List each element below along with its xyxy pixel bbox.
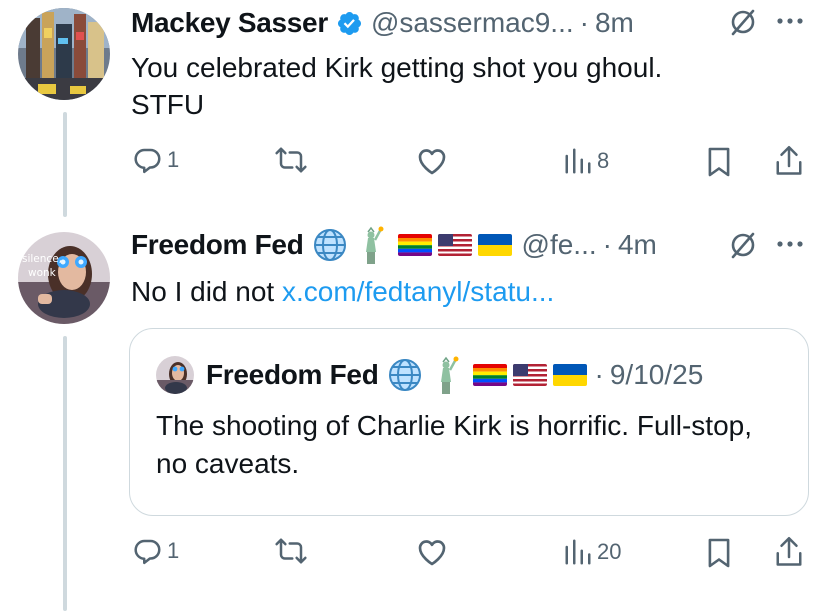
author-name[interactable]: Freedom Fed xyxy=(131,229,304,261)
views-count: 20 xyxy=(597,539,622,564)
reply-button[interactable]: 1 xyxy=(133,536,179,566)
heart-icon xyxy=(418,149,446,175)
separator: · xyxy=(602,229,612,260)
tweet-header: Mackey Sasser @sassermac9... · 8m xyxy=(131,3,634,43)
share-icon xyxy=(776,146,802,175)
timestamp[interactable]: 4m xyxy=(618,229,657,261)
reply-button[interactable]: 1 xyxy=(133,145,179,175)
timestamp[interactable]: 8m xyxy=(595,7,634,39)
tweet-mackey-sasser[interactable]: Mackey Sasser @sassermac9... · 8m You ce… xyxy=(0,0,827,210)
repost-button[interactable] xyxy=(273,145,309,175)
more-options-icon[interactable] xyxy=(775,16,805,26)
quoted-date: 9/10/25 xyxy=(609,359,704,390)
author-handle[interactable]: @sassermac9... xyxy=(371,7,574,39)
globe-icon xyxy=(388,359,421,391)
tweet-actions: 1 8 xyxy=(0,142,827,182)
quoted-tweet-text: The shooting of Charlie Kirk is horrific… xyxy=(156,410,752,479)
ukraine-flag xyxy=(552,364,587,386)
repost-icon xyxy=(275,147,307,173)
bookmark-button[interactable] xyxy=(706,537,732,569)
share-button[interactable] xyxy=(774,144,804,178)
tweet-text-line: You celebrated Kirk getting shot you gho… xyxy=(131,52,663,83)
like-button[interactable] xyxy=(416,146,448,176)
avatar-caption: wonk xyxy=(28,267,57,279)
separator: · xyxy=(594,359,604,390)
reply-icon xyxy=(134,539,161,565)
reply-count: 1 xyxy=(167,538,180,563)
views-icon xyxy=(565,148,591,174)
grok-icon[interactable] xyxy=(728,230,758,260)
us-flag xyxy=(512,364,547,386)
tweet-text: You celebrated Kirk getting shot you gho… xyxy=(131,49,662,123)
avatar[interactable] xyxy=(18,8,110,100)
verified-badge-icon xyxy=(337,11,361,35)
statue-of-liberty-icon xyxy=(365,226,384,264)
ukraine-flag xyxy=(477,234,512,256)
globe-icon xyxy=(313,229,346,261)
reply-count: 1 xyxy=(167,147,180,172)
bookmark-icon xyxy=(708,538,730,568)
avatar-caption: silence, xyxy=(22,253,62,265)
quoted-avatar xyxy=(156,356,194,394)
avatar[interactable]: silence, wonk xyxy=(18,232,110,324)
quoted-author-name: Freedom Fed xyxy=(206,359,379,390)
author-name[interactable]: Mackey Sasser xyxy=(131,7,328,39)
tweet-link[interactable]: x.com/fedtanyl/statu... xyxy=(282,276,554,307)
author-handle[interactable]: @fe... xyxy=(522,229,597,261)
rainbow-flag xyxy=(397,234,432,256)
views-button[interactable]: 8 xyxy=(563,147,609,175)
rainbow-flag xyxy=(472,364,507,386)
views-count: 8 xyxy=(597,148,610,173)
reply-icon xyxy=(134,148,161,174)
more-options-icon[interactable] xyxy=(775,239,805,249)
tweet-actions: 1 20 xyxy=(0,533,827,573)
us-flag xyxy=(437,234,472,256)
repost-icon xyxy=(275,538,307,564)
repost-button[interactable] xyxy=(273,536,309,566)
heart-icon xyxy=(418,540,446,566)
views-button[interactable]: 20 xyxy=(563,538,621,566)
like-button[interactable] xyxy=(416,537,448,567)
bookmark-button[interactable] xyxy=(706,146,732,178)
statue-of-liberty-icon xyxy=(440,356,459,394)
tweet-text-line: STFU xyxy=(131,89,205,120)
tweet-text: No I did not x.com/fedtanyl/statu... xyxy=(131,273,554,310)
bookmark-icon xyxy=(708,147,730,177)
tweet-text-prefix: No I did not xyxy=(131,276,282,307)
quoted-tweet[interactable]: Freedom Fed · 9/10/25 The shooting of Ch… xyxy=(129,328,809,516)
separator: · xyxy=(579,7,589,38)
share-button[interactable] xyxy=(774,535,804,569)
views-icon xyxy=(565,539,591,565)
share-icon xyxy=(776,537,802,566)
quoted-tweet-header: Freedom Fed · 9/10/25 xyxy=(156,355,703,395)
tweet-header: Freedom Fed @fe... · 4m xyxy=(131,225,657,265)
grok-icon[interactable] xyxy=(728,7,758,37)
